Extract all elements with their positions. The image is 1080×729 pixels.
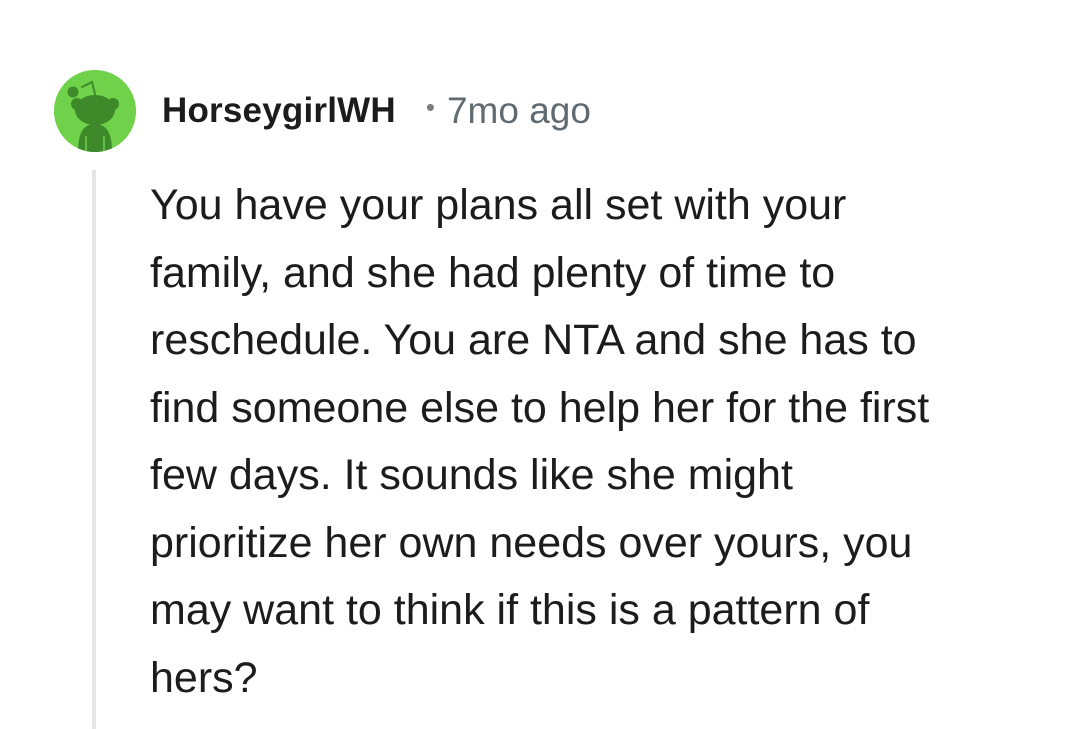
comment: HorseygirlWH • 7mo ago You have your pla… [0,0,1080,729]
thread-collapse-line[interactable] [92,170,96,729]
comment-text-line: You have your plans all set with your [150,181,847,229]
comment-text-line: family, and she had plenty of time to [150,248,836,297]
comment-text-line: few days. It sounds like she might [150,451,793,499]
avatar[interactable] [54,70,136,152]
comment-text-line: reschedule. You are NTA and she has to [150,316,917,364]
snoo-avatar-icon [54,70,136,152]
comment-text-line: find someone else to help her for the fi… [150,383,930,432]
author-username[interactable]: HorseygirlWH [162,91,396,131]
comment-timestamp[interactable]: 7mo ago [447,90,591,132]
comment-text-line: prioritize her own needs over yours, you [150,518,913,567]
comment-header: HorseygirlWH • 7mo ago [162,86,591,136]
meta-separator: • [425,91,435,122]
comment-text-line: may want to think if this is a pattern o… [150,586,870,634]
comment-text-line: hers? [150,653,258,702]
comment-body: You have your plans all set with your fa… [150,172,1050,712]
